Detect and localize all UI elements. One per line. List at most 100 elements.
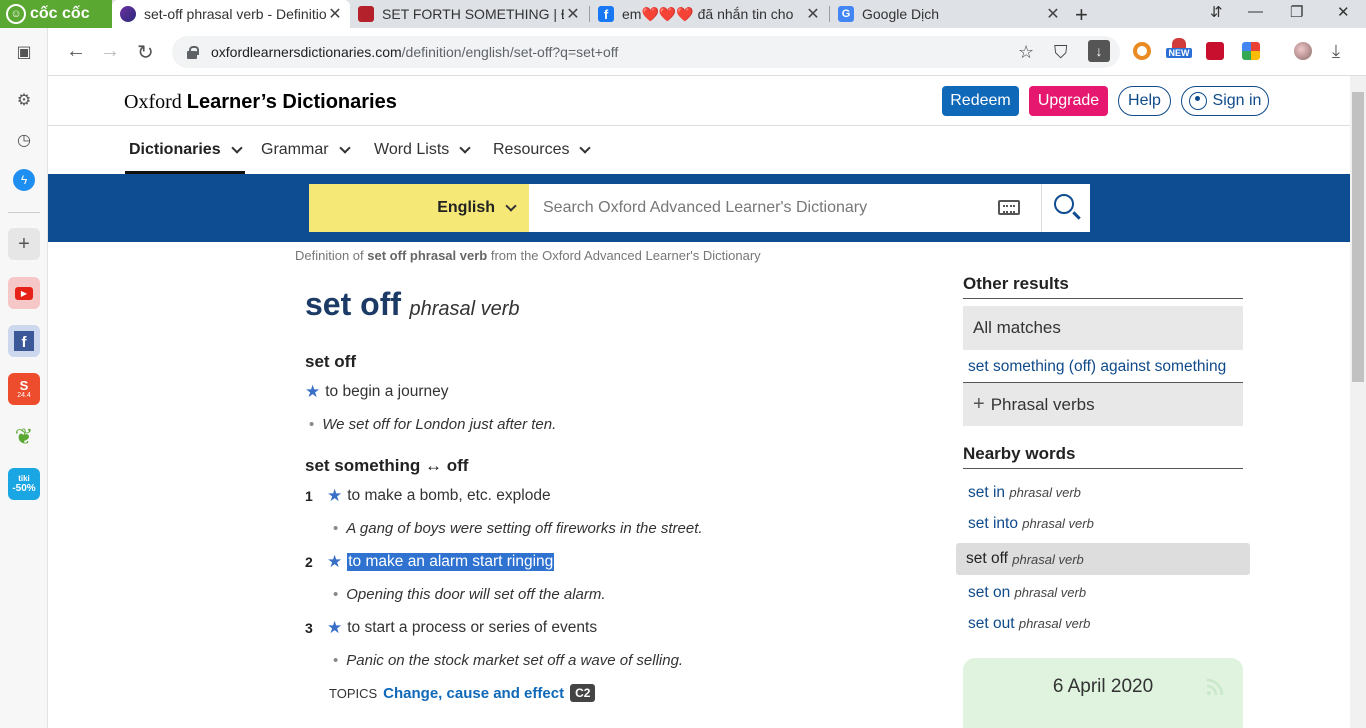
definition-row: 2 ★ to make an alarm start ringing	[305, 552, 555, 572]
download-page-icon[interactable]: ↓	[1088, 40, 1110, 62]
close-icon[interactable]: ✕	[326, 4, 344, 24]
ext-new-label: NEW	[1166, 48, 1192, 58]
lock-icon[interactable]	[186, 45, 199, 59]
nav-resources[interactable]: Resources	[493, 126, 592, 174]
match-link[interactable]: set something (off) against something	[968, 358, 1226, 376]
source-prefix: Definition of	[295, 248, 364, 263]
tab-title: Google Dịch	[862, 6, 940, 22]
nearby-word-link[interactable]: set in phrasal verb	[968, 484, 1081, 502]
shopee-date: 24.4	[17, 392, 31, 399]
sense-title: set off	[305, 352, 356, 371]
close-icon[interactable]: ✕	[564, 4, 582, 24]
language-label: English	[437, 199, 495, 216]
forward-arrow-icon[interactable]: →	[100, 40, 120, 63]
nearby-word-link[interactable]: set on phrasal verb	[968, 584, 1086, 602]
other-results-heading: Other results	[963, 274, 1243, 299]
topic-link[interactable]: Change, cause and effect	[383, 685, 564, 702]
oxford-logo[interactable]: Oxford Learner’s Dictionaries	[124, 91, 397, 114]
nav-word-lists[interactable]: Word Lists	[374, 126, 471, 174]
sense-title-part: off	[446, 456, 469, 475]
search-bar: English	[48, 174, 1350, 242]
youtube-icon[interactable]: ▶	[8, 277, 40, 309]
sense-number: 1	[305, 488, 313, 504]
extension-colorful-icon[interactable]	[1242, 42, 1260, 60]
rss-feed-icon[interactable]	[1206, 678, 1224, 696]
source-term: set off phrasal verb	[367, 248, 488, 263]
example-sentence: • Opening this door will set off the alar…	[333, 586, 606, 603]
chevron-down-icon	[230, 142, 243, 154]
keyboard-icon[interactable]	[998, 200, 1020, 215]
nearby-word: set in	[968, 484, 1006, 501]
close-icon[interactable]: ✕	[804, 4, 822, 24]
help-button[interactable]: Help	[1118, 86, 1171, 116]
example-text: We set off for London just after ten.	[322, 416, 557, 433]
sidebar-divider	[8, 212, 40, 213]
redeem-button[interactable]: Redeem	[942, 86, 1019, 116]
url-path: /definition/english/set-off?q=set+off	[401, 44, 619, 60]
new-tab-plus-icon[interactable]: +	[1075, 2, 1088, 28]
restore-icon[interactable]: ❐	[1290, 3, 1303, 21]
nearby-pos: phrasal verb	[1018, 616, 1091, 631]
url-text[interactable]: oxfordlearnersdictionaries.com/definitio…	[211, 44, 618, 60]
sign-in-label: Sign in	[1212, 92, 1262, 109]
sense-title-part: set something	[305, 456, 421, 475]
profile-avatar[interactable]	[1294, 42, 1312, 60]
google-translate-favicon-icon: G	[838, 6, 854, 22]
history-icon[interactable]: ◷	[8, 124, 40, 156]
tab-search-chevron-icon[interactable]: ⇵	[1210, 3, 1223, 21]
coccoc-brand[interactable]: ☺ cốc cốc	[0, 0, 112, 28]
extension-new-icon[interactable]: NEW	[1166, 38, 1192, 62]
sidebar-toggle-icon[interactable]: ▣	[8, 36, 40, 68]
reload-icon[interactable]: ↻	[137, 40, 154, 65]
back-arrow-icon[interactable]: ←	[66, 40, 86, 63]
nearby-pos: phrasal verb	[1012, 551, 1084, 567]
page-scrollbar[interactable]	[1350, 76, 1366, 728]
example-text: Opening this door will set off the alarm…	[346, 586, 606, 603]
extension-red-icon[interactable]	[1206, 42, 1224, 60]
language-select[interactable]: English	[309, 184, 529, 232]
messenger-icon[interactable]: ϟ	[8, 164, 40, 196]
definition-text-selected[interactable]: to make an alarm start ringing	[347, 553, 555, 571]
scrollbar-thumb[interactable]	[1352, 92, 1364, 382]
nav-grammar[interactable]: Grammar	[261, 126, 351, 174]
facebook-icon[interactable]: f	[8, 325, 40, 357]
shopee-icon[interactable]: S 24.4	[8, 373, 40, 405]
url-domain: oxfordlearnersdictionaries.com	[211, 44, 402, 60]
tab-oxford[interactable]: set-off phrasal verb - Definitio ✕	[112, 0, 350, 28]
nearby-word-current[interactable]: set off phrasal verb	[956, 543, 1250, 575]
close-icon[interactable]: ✕	[1044, 4, 1062, 24]
chevron-down-icon	[459, 142, 471, 154]
word-of-the-day-box: 6 April 2020	[963, 658, 1243, 728]
example-sentence: • We set off for London just after ten.	[309, 416, 556, 433]
address-bar[interactable]: oxfordlearnersdictionaries.com/definitio…	[172, 36, 1120, 68]
settings-gear-icon[interactable]: ⚙	[8, 84, 40, 116]
nearby-word-link[interactable]: set into phrasal verb	[968, 515, 1094, 533]
nearby-word-link[interactable]: set out phrasal verb	[968, 615, 1090, 633]
window-close-icon[interactable]: ✕	[1337, 3, 1350, 21]
tab-cambridge[interactable]: SET FORTH SOMETHING | Địn ✕	[350, 0, 588, 28]
phrasal-verbs-section[interactable]: + Phrasal verbs	[963, 382, 1243, 426]
extension-coccoc-icon[interactable]	[1133, 42, 1151, 60]
search-input[interactable]	[529, 184, 1041, 232]
shield-icon[interactable]: ⛉	[1054, 42, 1068, 63]
add-shortcut-plus-icon[interactable]: +	[8, 228, 40, 260]
example-sentence: • Panic on the stock market set off a wav…	[333, 652, 683, 669]
downloads-icon[interactable]: ⤓	[1332, 41, 1340, 62]
example-sentence: • A gang of boys were setting off firewor…	[333, 520, 703, 537]
coccoc-logo-icon: ☺	[6, 4, 26, 24]
tab-google-translate[interactable]: G Google Dịch ✕	[830, 0, 1068, 28]
tiki-icon[interactable]: tiki -50%	[8, 468, 40, 500]
sense-title: set something ↔ off	[305, 456, 468, 476]
all-matches-section[interactable]: All matches	[963, 306, 1243, 350]
bookmark-star-icon[interactable]: ☆	[1018, 42, 1034, 63]
brand-label: cốc cốc	[30, 5, 90, 22]
example-text: Panic on the stock market set off a wave…	[346, 652, 684, 669]
upgrade-button[interactable]: Upgrade	[1029, 86, 1108, 116]
nav-dictionaries[interactable]: Dictionaries	[125, 126, 245, 174]
search-button[interactable]	[1041, 184, 1090, 232]
minimize-icon[interactable]: —	[1248, 3, 1263, 20]
sign-in-button[interactable]: Sign in	[1181, 86, 1269, 116]
tab-facebook[interactable]: f em❤️❤️❤️ đã nhắn tin cho ✕	[590, 0, 828, 28]
coccoc-leaf-icon[interactable]: ❦	[8, 421, 40, 453]
nav-label: Dictionaries	[129, 141, 221, 158]
